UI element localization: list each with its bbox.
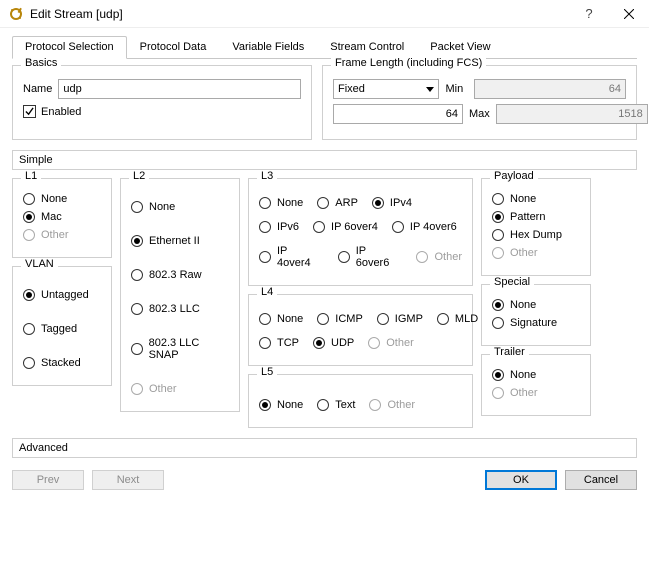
frame-length-mode-combo[interactable]: Fixed [333,79,439,99]
l3-ip4over6[interactable]: IP 4over6 [392,221,457,233]
l2-8023raw[interactable]: 802.3 Raw [131,269,229,281]
tab-protocol-data[interactable]: Protocol Data [127,36,220,59]
tab-bar: Protocol Selection Protocol Data Variabl… [12,36,637,59]
l2-8023llcsnap[interactable]: 802.3 LLC SNAP [131,337,229,361]
help-button[interactable]: ? [569,0,609,28]
trailer-other: Other [492,387,580,399]
section-advanced[interactable]: Advanced [12,438,637,458]
section-simple[interactable]: Simple [12,150,637,170]
payload-hexdump[interactable]: Hex Dump [492,229,580,241]
enabled-checkbox[interactable]: Enabled [23,105,301,118]
l3-other: Other [416,245,462,269]
group-frame-length: Frame Length (including FCS) Fixed Min M… [322,65,637,140]
l3-ipv4[interactable]: IPv4 [372,197,412,209]
group-payload: Payload None Pattern Hex Dump Other [481,178,591,276]
app-icon [8,6,24,22]
l3-ipv6[interactable]: IPv6 [259,221,299,233]
name-label: Name [23,83,52,95]
vlan-tagged[interactable]: Tagged [23,323,101,335]
l4-icmp[interactable]: ICMP [317,313,363,325]
l5-text[interactable]: Text [317,399,355,411]
l5-none[interactable]: None [259,399,303,411]
l1-mac[interactable]: Mac [23,211,101,223]
l2-8023llc[interactable]: 802.3 LLC [131,303,229,315]
l1-other: Other [23,229,101,241]
l3-ip6over6[interactable]: IP 6over6 [338,245,403,269]
close-button[interactable] [609,0,649,28]
group-l5: L5 None Text Other [248,374,473,428]
ok-button[interactable]: OK [485,470,557,490]
group-l4: L4 None ICMP IGMP MLD TCP UDP Other [248,294,473,366]
l4-tcp[interactable]: TCP [259,337,299,349]
frame-length-value-input[interactable] [333,104,463,124]
tab-stream-control[interactable]: Stream Control [317,36,417,59]
titlebar: Edit Stream [udp] ? [0,0,649,28]
prev-button: Prev [12,470,84,490]
min-input [474,79,626,99]
group-special: Special None Signature [481,284,591,346]
payload-pattern[interactable]: Pattern [492,211,580,223]
group-vlan: VLAN Untagged Tagged Stacked [12,266,112,386]
l2-other: Other [131,383,229,395]
vlan-stacked[interactable]: Stacked [23,357,101,369]
l4-none[interactable]: None [259,313,303,325]
cancel-button[interactable]: Cancel [565,470,637,490]
min-label: Min [445,83,468,95]
l4-mld[interactable]: MLD [437,313,478,325]
l2-none[interactable]: None [131,201,229,213]
l5-other: Other [369,399,415,411]
l4-udp[interactable]: UDP [313,337,354,349]
check-icon [23,105,36,118]
special-signature[interactable]: Signature [492,317,580,329]
group-frame-length-legend: Frame Length (including FCS) [331,57,486,69]
l3-arp[interactable]: ARP [317,197,358,209]
name-input[interactable] [58,79,301,99]
l4-other: Other [368,337,414,349]
group-basics: Basics Name Enabled [12,65,312,140]
tab-protocol-selection[interactable]: Protocol Selection [12,36,127,59]
l4-igmp[interactable]: IGMP [377,313,423,325]
group-l1: L1 None Mac Other [12,178,112,258]
l3-none[interactable]: None [259,197,303,209]
tab-packet-view[interactable]: Packet View [417,36,503,59]
tab-variable-fields[interactable]: Variable Fields [219,36,317,59]
max-input [496,104,648,124]
group-trailer: Trailer None Other [481,354,591,416]
trailer-none[interactable]: None [492,369,580,381]
l1-none[interactable]: None [23,193,101,205]
l2-ethernet2[interactable]: Ethernet II [131,235,229,247]
l3-ip6over4[interactable]: IP 6over4 [313,221,378,233]
next-button: Next [92,470,164,490]
max-label: Max [469,108,490,120]
group-basics-legend: Basics [21,57,61,69]
payload-none[interactable]: None [492,193,580,205]
payload-other: Other [492,247,580,259]
l3-ip4over4[interactable]: IP 4over4 [259,245,324,269]
group-l3: L3 None ARP IPv4 IPv6 IP 6over4 IP 4over… [248,178,473,286]
chevron-down-icon [426,87,434,92]
vlan-untagged[interactable]: Untagged [23,289,101,301]
special-none[interactable]: None [492,299,580,311]
group-l2: L2 None Ethernet II 802.3 Raw 802.3 LLC … [120,178,240,412]
window-title: Edit Stream [udp] [30,7,569,21]
